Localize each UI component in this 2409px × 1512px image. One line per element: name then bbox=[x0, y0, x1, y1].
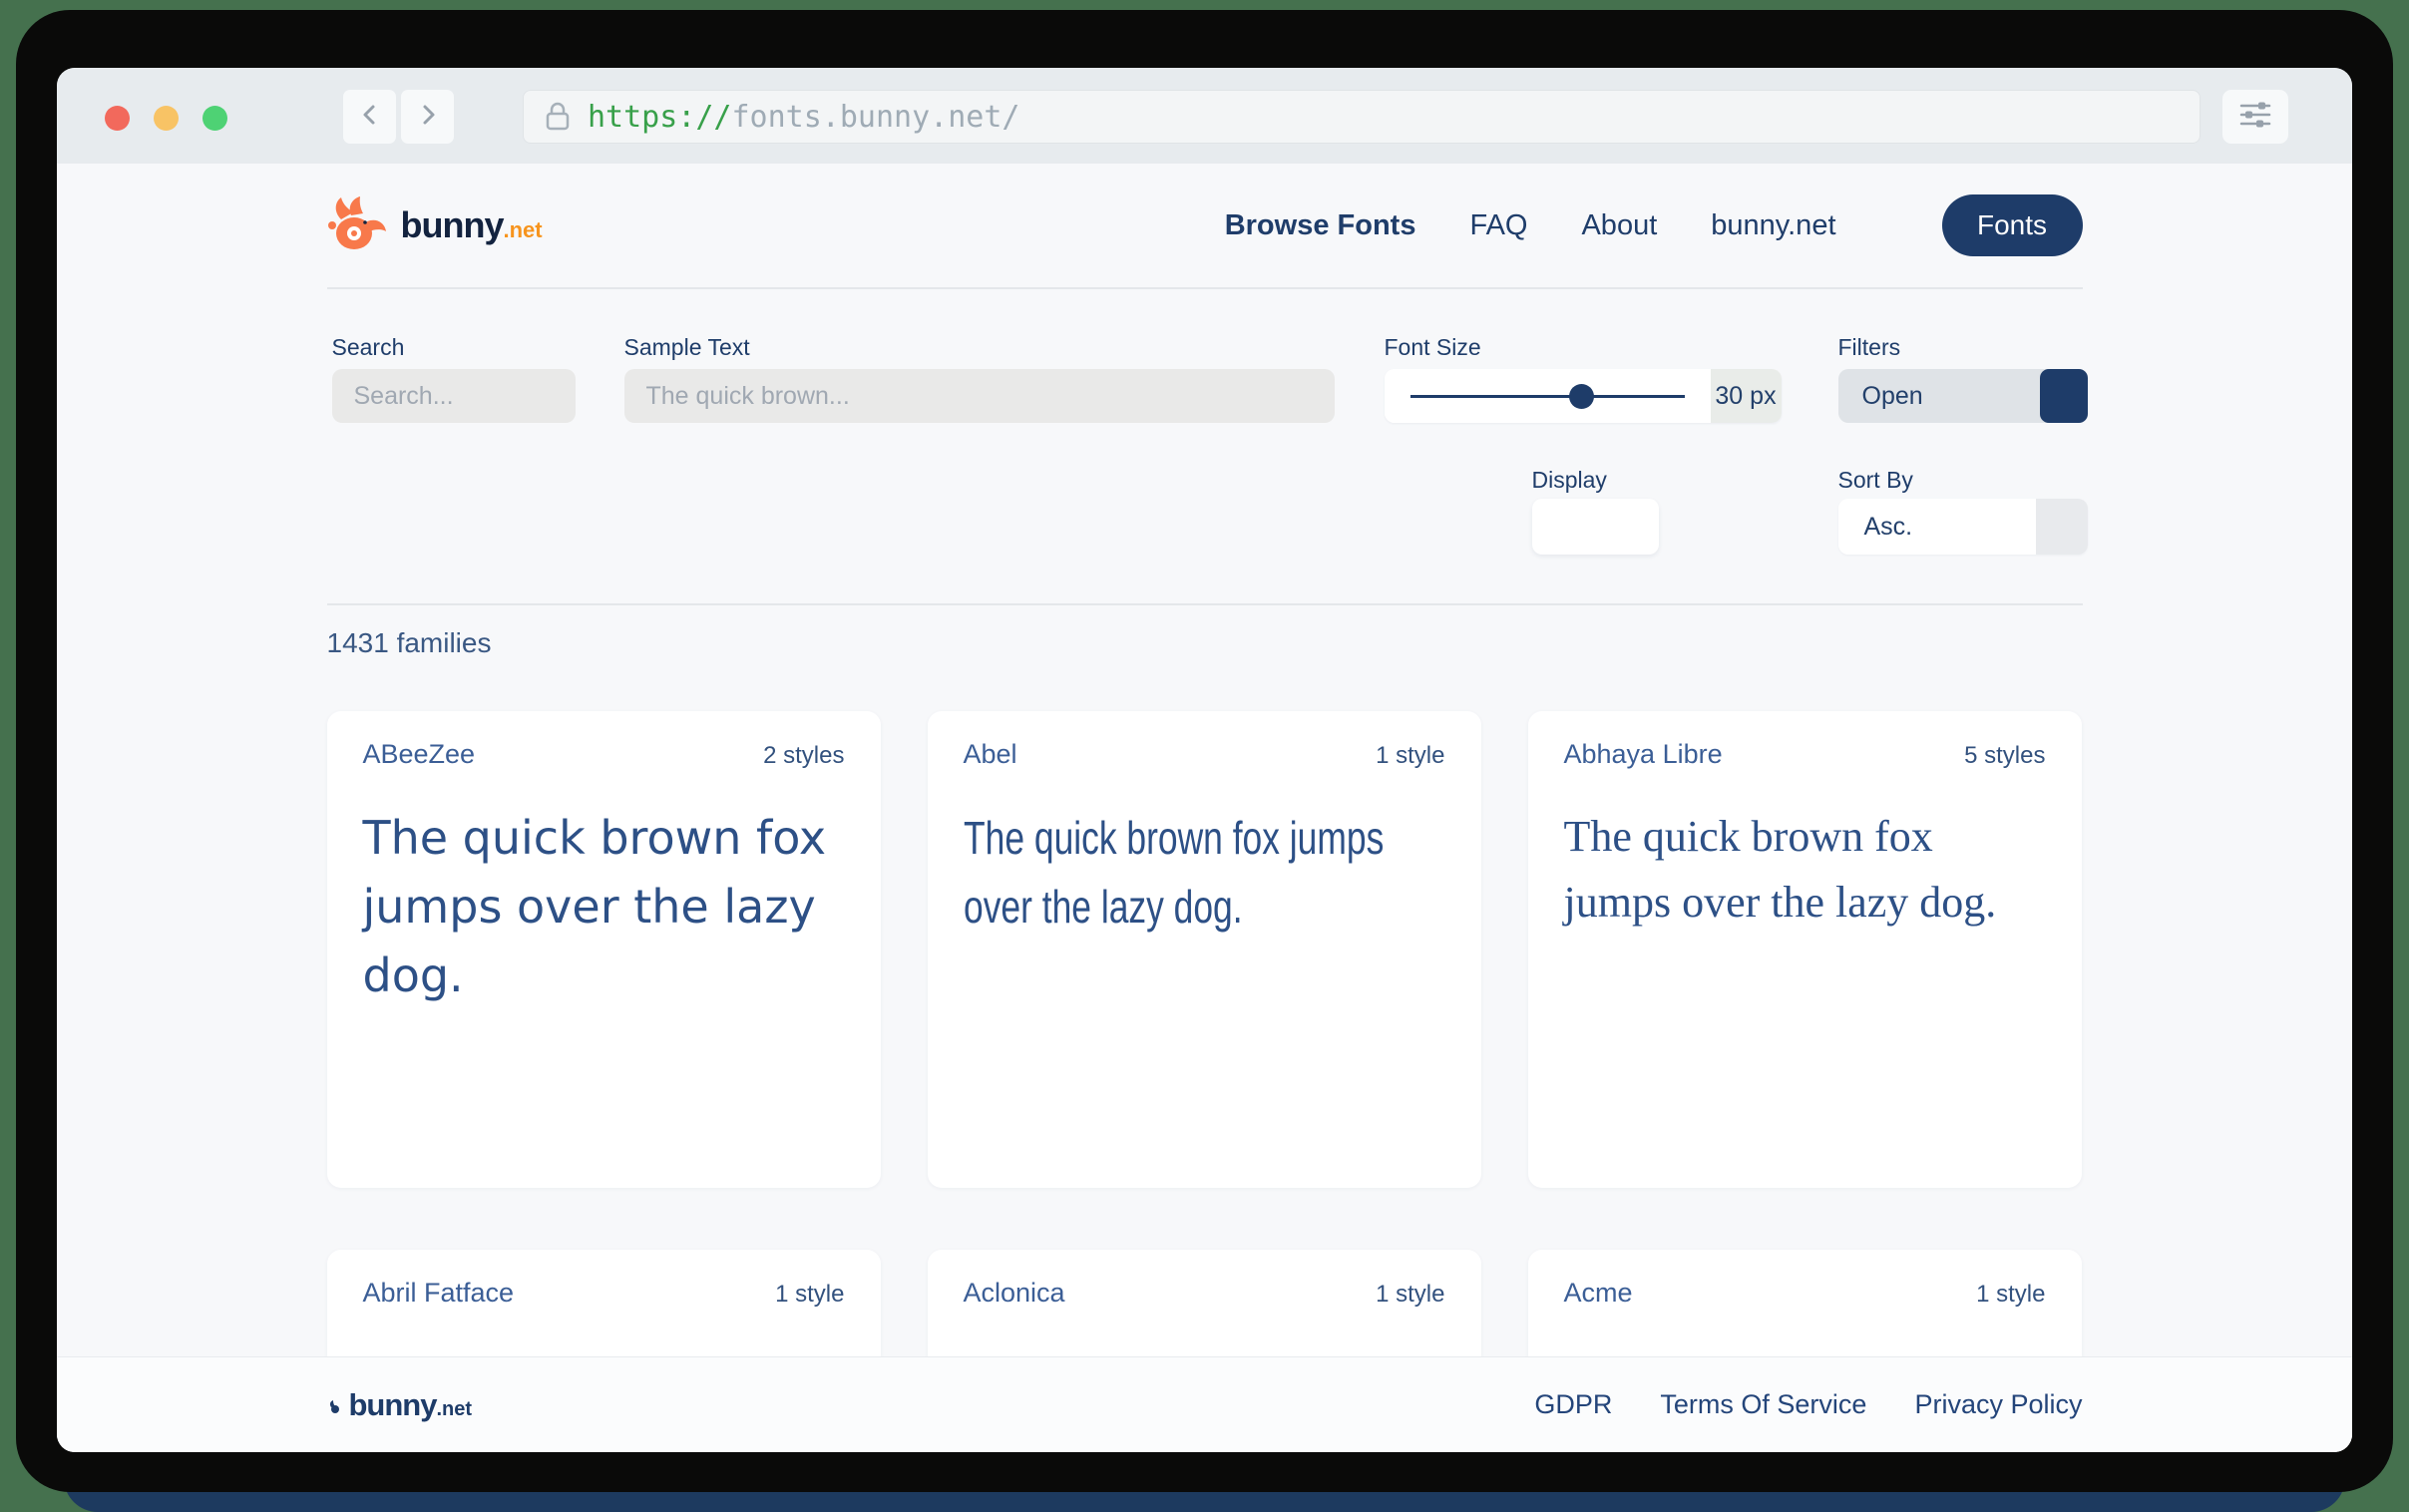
font-name[interactable]: Abril Fatface bbox=[363, 1278, 515, 1309]
fonts-button[interactable]: Fonts bbox=[1942, 194, 2083, 256]
font-styles-count: 1 style bbox=[775, 1281, 844, 1309]
filters-state: Open bbox=[1862, 382, 1923, 411]
font-size-label: Font Size bbox=[1385, 334, 1481, 361]
font-styles-count: 1 style bbox=[1376, 742, 1444, 770]
footer-link-privacy[interactable]: Privacy Policy bbox=[1914, 1389, 2082, 1420]
close-window-icon[interactable] bbox=[105, 106, 130, 131]
font-name[interactable]: ABeeZee bbox=[363, 739, 476, 770]
results-divider bbox=[327, 603, 2083, 605]
browser-window: https://fonts.bunny.net/ bbox=[57, 68, 2352, 1452]
url-scheme: https:// bbox=[588, 100, 732, 135]
footer-link-terms[interactable]: Terms Of Service bbox=[1660, 1389, 1866, 1420]
slider-track bbox=[1410, 395, 1685, 398]
font-name[interactable]: Acme bbox=[1564, 1278, 1633, 1309]
font-size-slider[interactable] bbox=[1385, 369, 1711, 423]
font-sample-text: The quick brown fox jumps over the lazy … bbox=[363, 804, 845, 1010]
maximize-window-icon[interactable] bbox=[202, 106, 227, 131]
lock-icon bbox=[544, 101, 572, 133]
footer-logo-wordmark: bunny bbox=[349, 1387, 437, 1423]
browser-chrome: https://fonts.bunny.net/ bbox=[57, 68, 2352, 164]
sliders-icon bbox=[2238, 101, 2272, 134]
families-count: 1431 families bbox=[327, 627, 2083, 659]
page-content: bunny.net Browse Fonts FAQ About bunny.n… bbox=[57, 164, 2352, 1452]
sort-by-select[interactable]: Asc. bbox=[1838, 499, 2036, 555]
font-styles-count: 1 style bbox=[1376, 1281, 1444, 1309]
chevron-left-icon bbox=[357, 101, 383, 134]
site-footer: bunny.net GDPR Terms Of Service Privacy … bbox=[57, 1356, 2352, 1452]
display-select[interactable] bbox=[1532, 499, 1659, 555]
search-input[interactable] bbox=[332, 369, 576, 423]
main-nav: Browse Fonts FAQ About bunny.net Fonts bbox=[1225, 194, 2083, 256]
footer-link-gdpr[interactable]: GDPR bbox=[1534, 1389, 1612, 1420]
footer-logo-tld: .net bbox=[437, 1398, 473, 1421]
font-card-abel[interactable]: Abel 1 style The quick brown fox jumps o… bbox=[928, 711, 1481, 1188]
font-size-control: 30 px bbox=[1385, 369, 1782, 423]
site-header: bunny.net Browse Fonts FAQ About bunny.n… bbox=[327, 164, 2083, 287]
font-styles-count: 5 styles bbox=[1964, 742, 2045, 770]
footer-links: GDPR Terms Of Service Privacy Policy bbox=[1534, 1389, 2082, 1420]
forward-button[interactable] bbox=[401, 90, 454, 144]
minimize-window-icon[interactable] bbox=[154, 106, 179, 131]
font-grid: ABeeZee 2 styles The quick brown fox jum… bbox=[327, 711, 2083, 1452]
sort-by-label: Sort By bbox=[1838, 467, 1913, 494]
sort-by-control: Asc. bbox=[1838, 499, 2088, 555]
sample-text-label: Sample Text bbox=[624, 334, 750, 361]
slider-thumb[interactable] bbox=[1569, 384, 1594, 409]
sort-direction-button[interactable] bbox=[2036, 499, 2088, 555]
chevron-right-icon bbox=[415, 101, 441, 134]
sample-text-input[interactable] bbox=[624, 369, 1335, 423]
filters-control: Open bbox=[1838, 369, 2088, 423]
logo-wordmark: bunny bbox=[401, 204, 504, 245]
traffic-lights bbox=[105, 106, 227, 131]
site-logo[interactable]: bunny.net bbox=[327, 195, 543, 256]
nav-bunny-net[interactable]: bunny.net bbox=[1711, 209, 1835, 242]
logo-tld: .net bbox=[503, 217, 542, 242]
font-name[interactable]: Abhaya Libre bbox=[1564, 739, 1723, 770]
footer-logo[interactable]: bunny.net bbox=[327, 1387, 473, 1423]
back-button[interactable] bbox=[343, 90, 396, 144]
font-styles-count: 2 styles bbox=[763, 742, 844, 770]
font-size-value: 30 px bbox=[1711, 369, 1782, 423]
font-name[interactable]: Abel bbox=[964, 739, 1017, 770]
nav-about[interactable]: About bbox=[1581, 209, 1657, 242]
font-sample-text: The quick brown fox jumps over the lazy … bbox=[1564, 804, 2046, 936]
filter-controls: Search Sample Text Font Size 30 px Filte… bbox=[327, 289, 2083, 603]
font-card-abeezee[interactable]: ABeeZee 2 styles The quick brown fox jum… bbox=[327, 711, 881, 1188]
address-bar[interactable]: https://fonts.bunny.net/ bbox=[523, 90, 2201, 144]
browser-settings-button[interactable] bbox=[2222, 90, 2288, 144]
filters-toggle-button[interactable] bbox=[2040, 369, 2088, 423]
font-styles-count: 1 style bbox=[1976, 1281, 2045, 1309]
font-sample-text: The quick brown fox jumps over the lazy … bbox=[964, 804, 1445, 942]
font-name[interactable]: Aclonica bbox=[964, 1278, 1065, 1309]
nav-browse-fonts[interactable]: Browse Fonts bbox=[1225, 209, 1416, 242]
filters-label: Filters bbox=[1838, 334, 1901, 361]
nav-faq[interactable]: FAQ bbox=[1469, 209, 1527, 242]
display-label: Display bbox=[1532, 467, 1607, 494]
font-card-abhaya-libre[interactable]: Abhaya Libre 5 styles The quick brown fo… bbox=[1528, 711, 2082, 1188]
search-label: Search bbox=[332, 334, 405, 361]
bunny-logo-icon bbox=[327, 195, 389, 256]
url-text: fonts.bunny.net/ bbox=[732, 100, 1020, 135]
footer-bunny-logo-icon bbox=[327, 1399, 343, 1420]
